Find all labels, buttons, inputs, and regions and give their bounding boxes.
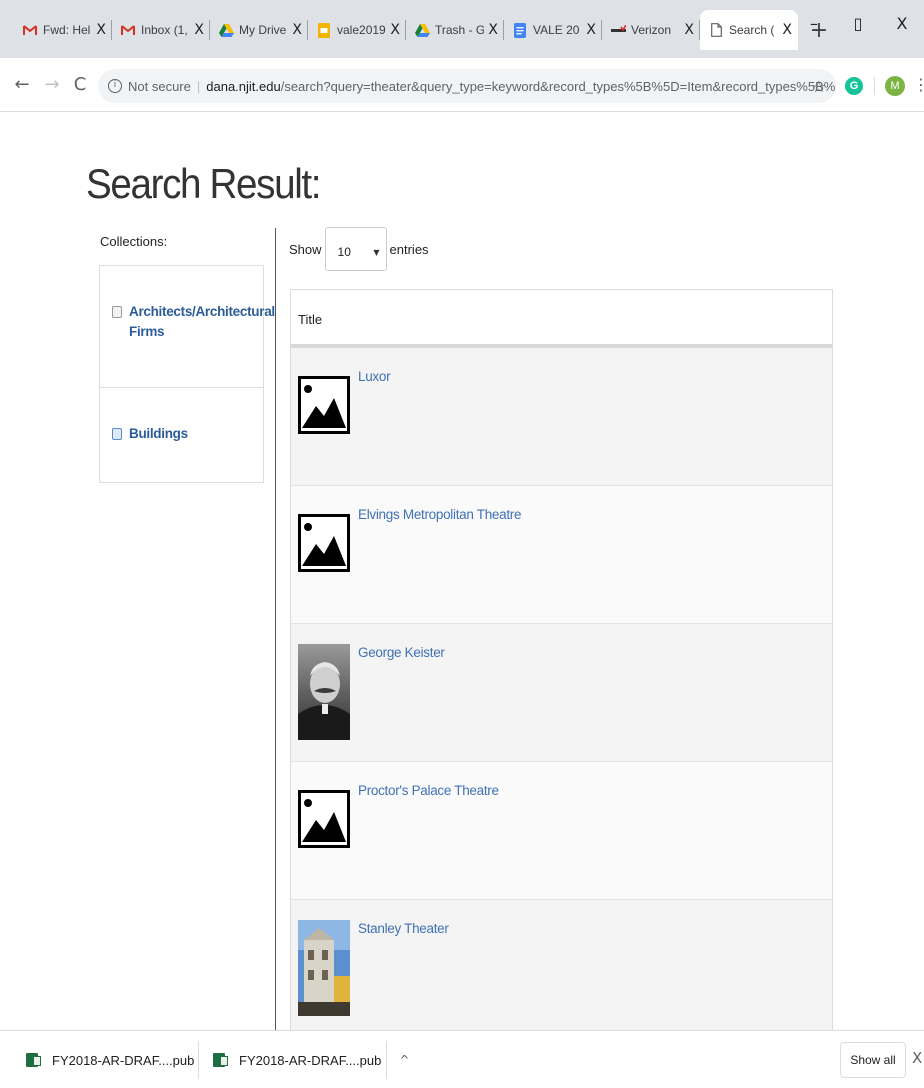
collections-panel: Architects/Architectural Firms Buildings — [99, 265, 275, 484]
drive-icon — [218, 22, 234, 38]
slides-icon — [316, 22, 332, 38]
download-filename[interactable]: FY2018-AR-DRAF....pub — [239, 1053, 381, 1068]
close-download-bar-icon[interactable]: X — [912, 1049, 922, 1067]
column-header-title[interactable]: Title — [291, 290, 832, 348]
chevron-up-icon[interactable]: ^ — [399, 1053, 409, 1067]
url-host[interactable]: dana.njit.edu — [206, 79, 280, 94]
tab-title: VALE 20 — [533, 23, 580, 37]
gmail-icon — [120, 22, 136, 38]
result-title-link[interactable]: Proctor's Palace Theatre — [358, 782, 499, 800]
tab-title: Trash - G — [435, 23, 485, 37]
collection-label[interactable]: Architects/Architectural Firms — [129, 302, 275, 342]
collection-item-buildings[interactable]: Buildings — [100, 388, 263, 484]
bookmark-star-icon[interactable]: ☆ — [812, 77, 826, 96]
browser-menu-icon[interactable]: ⋮ — [913, 75, 924, 94]
window-close-button[interactable]: X — [880, 14, 924, 33]
toolbar-divider — [874, 77, 875, 95]
download-filename[interactable]: FY2018-AR-DRAF....pub — [52, 1053, 194, 1068]
building-photo-thumbnail[interactable] — [298, 920, 350, 1016]
forward-button[interactable]: → — [40, 72, 64, 96]
gmail-icon — [22, 22, 38, 38]
tab-list: Fwd: Hel X Inbox (1, X My Drive X vale20… — [14, 10, 834, 50]
page-title: Search Result: — [86, 160, 321, 207]
minimize-button[interactable]: – — [792, 14, 836, 33]
tab-title: Fwd: Hel — [43, 23, 91, 37]
result-title-link[interactable]: Stanley Theater — [358, 920, 449, 938]
collection-label[interactable]: Buildings — [129, 424, 188, 444]
entries-select-value: 10 — [337, 245, 351, 259]
close-tab-icon[interactable]: X — [390, 22, 400, 38]
back-button[interactable]: ← — [10, 72, 34, 96]
browser-toolbar: ← → C i Not secure | dana.njit.edu /sear… — [0, 58, 924, 112]
placeholder-image-icon[interactable] — [298, 514, 350, 588]
info-icon[interactable]: i — [108, 79, 122, 93]
window-controls: – ▯ X — [792, 14, 924, 33]
dropdown-caret-icon: ▼ — [373, 247, 380, 257]
results-table: Title Luxor Elvings Metropolitan Theatre — [290, 289, 833, 1030]
collections-heading: Collections: — [100, 234, 168, 249]
column-divider — [275, 228, 276, 1030]
publisher-file-icon — [26, 1053, 41, 1067]
table-row[interactable]: Elvings Metropolitan Theatre — [291, 486, 832, 624]
tab-fwd-hello[interactable]: Fwd: Hel X — [14, 10, 112, 50]
tab-vale2019[interactable]: vale2019 X — [308, 10, 406, 50]
address-bar[interactable]: i Not secure | dana.njit.edu /search?que… — [98, 69, 836, 103]
collection-checkbox[interactable] — [112, 428, 122, 440]
length-suffix: entries — [389, 241, 429, 257]
close-tab-icon[interactable]: X — [292, 22, 302, 38]
tab-my-drive[interactable]: My Drive X — [210, 10, 308, 50]
placeholder-image-icon[interactable] — [298, 376, 350, 450]
verizon-icon — [610, 22, 626, 38]
download-divider — [198, 1041, 199, 1079]
tab-title: Inbox (1, — [141, 23, 188, 37]
url-separator: | — [196, 78, 201, 94]
grammarly-extension-icon[interactable]: G — [845, 77, 863, 95]
download-item[interactable]: FY2018-AR-DRAF....pub ^ — [18, 1031, 222, 1088]
close-tab-icon[interactable]: X — [194, 22, 204, 38]
result-title-link[interactable]: George Keister — [358, 644, 445, 662]
result-title-link[interactable]: Elvings Metropolitan Theatre — [358, 506, 522, 524]
drive-icon — [414, 22, 430, 38]
close-tab-icon[interactable]: X — [96, 22, 106, 38]
download-item[interactable]: FY2018-AR-DRAF....pub ^ — [205, 1031, 409, 1088]
url-path[interactable]: /search?query=theater&query_type=keyword… — [281, 79, 836, 94]
tab-search-active[interactable]: Search ( X — [700, 10, 798, 50]
collection-checkbox[interactable] — [112, 306, 122, 318]
show-all-button[interactable]: Show all — [840, 1042, 906, 1078]
tab-title: Search ( — [729, 23, 775, 37]
tab-vale-doc[interactable]: VALE 20 X — [504, 10, 602, 50]
docs-icon — [512, 22, 528, 38]
table-row[interactable]: Stanley Theater — [291, 900, 832, 1030]
close-tab-icon[interactable]: X — [684, 22, 694, 38]
table-row[interactable]: George Keister — [291, 624, 832, 762]
tab-strip: Fwd: Hel X Inbox (1, X My Drive X vale20… — [0, 0, 924, 58]
close-tab-icon[interactable]: X — [488, 22, 498, 38]
reload-button[interactable]: C — [68, 72, 92, 96]
publisher-file-icon — [213, 1053, 228, 1067]
result-title-link[interactable]: Luxor — [358, 368, 391, 386]
tab-title: vale2019 — [337, 23, 386, 37]
download-bar: FY2018-AR-DRAF....pub ^ FY2018-AR-DRAF..… — [0, 1030, 924, 1088]
portrait-photo-thumbnail[interactable] — [298, 644, 350, 740]
placeholder-image-icon[interactable] — [298, 790, 350, 864]
profile-avatar[interactable]: M — [885, 76, 905, 96]
length-prefix: Show — [289, 241, 322, 257]
tab-title: Verizon — [631, 23, 672, 37]
page-content: Search Result: Collections: Architects/A… — [0, 112, 924, 1030]
entries-select[interactable]: 10 ▼ — [324, 227, 387, 271]
entries-length-control: Show 10 ▼ entries — [289, 226, 429, 272]
security-label[interactable]: Not secure — [128, 79, 191, 94]
tab-inbox[interactable]: Inbox (1, X — [112, 10, 210, 50]
download-divider — [386, 1041, 387, 1079]
collection-item-architects[interactable]: Architects/Architectural Firms — [100, 266, 275, 388]
close-tab-icon[interactable]: X — [586, 22, 596, 38]
page-icon — [708, 22, 724, 38]
close-tab-icon[interactable]: X — [782, 22, 792, 38]
restore-button[interactable]: ▯ — [836, 14, 880, 33]
tab-title: My Drive — [239, 23, 287, 37]
tab-verizon[interactable]: Verizon X — [602, 10, 700, 50]
table-row[interactable]: Luxor — [291, 348, 832, 486]
table-row[interactable]: Proctor's Palace Theatre — [291, 762, 832, 900]
tab-trash[interactable]: Trash - G X — [406, 10, 504, 50]
